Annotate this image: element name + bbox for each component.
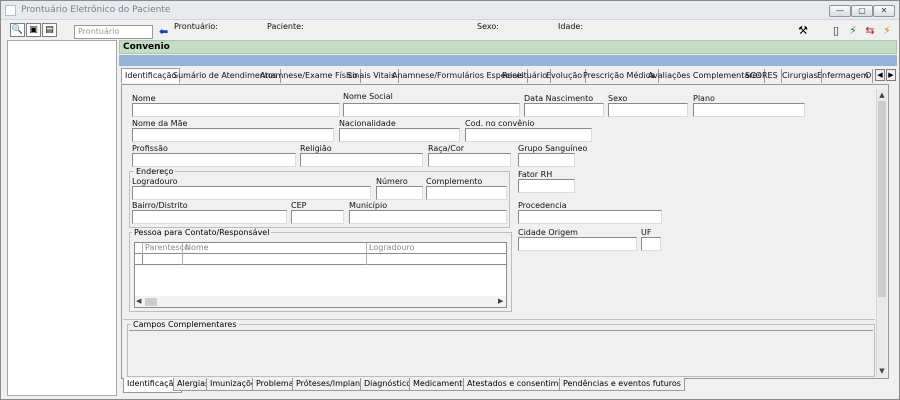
- procedencia-field[interactable]: [518, 210, 662, 224]
- tab-scroll-left-icon[interactable]: ◀: [875, 69, 885, 81]
- nome-mae-field[interactable]: [132, 128, 334, 142]
- fator-rh-field[interactable]: [518, 179, 575, 193]
- grid-scroll-thumb[interactable]: [145, 298, 157, 306]
- numero-field[interactable]: [376, 186, 423, 200]
- bairro-label: Bairro/Distrito: [132, 201, 188, 210]
- data-nascimento-field[interactable]: [524, 103, 604, 117]
- logradouro-field[interactable]: [132, 186, 371, 200]
- tab-scroll-right-icon[interactable]: ▶: [886, 69, 896, 81]
- grid-divider: [366, 254, 367, 265]
- logradouro-label: Logradouro: [132, 177, 178, 186]
- endereco-title: Endereço: [134, 167, 176, 176]
- document-icon[interactable]: ▯: [829, 24, 843, 38]
- grid-divider: [182, 254, 183, 265]
- campos-complementares-area[interactable]: [129, 330, 873, 374]
- nome-label: Nome: [132, 94, 156, 103]
- nacionalidade-field[interactable]: [339, 128, 460, 142]
- religiao-field[interactable]: [300, 153, 423, 167]
- complemento-field[interactable]: [426, 186, 507, 200]
- left-panel[interactable]: [7, 40, 117, 396]
- window-title: Prontuário Eletrônico do Paciente: [21, 5, 171, 15]
- cod-convenio-label: Cod. no convênio: [465, 119, 535, 128]
- go-arrow-icon[interactable]: ⬅: [159, 25, 168, 38]
- idade-label: Idade:: [558, 22, 584, 31]
- paciente-label: Paciente:: [267, 22, 304, 31]
- nacionalidade-label: Nacionalidade: [339, 119, 396, 128]
- tab-scores[interactable]: SCORES: [742, 69, 782, 83]
- grid-scroll-right-icon[interactable]: ▶: [498, 297, 503, 305]
- search-patient-icon[interactable]: 🔍: [10, 23, 25, 37]
- procedencia-label: Procedencia: [518, 201, 567, 210]
- cod-convenio-field[interactable]: [465, 128, 592, 142]
- grid-divider: [142, 254, 143, 265]
- patient-card-icon[interactable]: ▣: [26, 23, 41, 37]
- scroll-up-icon[interactable]: ▲: [877, 90, 887, 100]
- cep-label: CEP: [291, 201, 307, 210]
- sexo-label: Sexo:: [477, 22, 499, 31]
- close-button[interactable]: ✕: [873, 5, 895, 17]
- uf-field[interactable]: [641, 237, 661, 251]
- grid-indicator-column: [135, 243, 142, 254]
- maximize-button[interactable]: ▢: [851, 5, 873, 17]
- raca-cor-field[interactable]: [428, 153, 511, 167]
- title-bar: Prontuário Eletrônico do Paciente — ▢ ✕: [1, 1, 899, 20]
- convenio-bar: Convenio: [119, 40, 897, 54]
- municipio-field[interactable]: [349, 210, 507, 224]
- nome-mae-label: Nome da Mãe: [132, 119, 188, 128]
- fator-rh-label: Fator RH: [518, 170, 553, 179]
- grid-scroll-left-icon[interactable]: ◀: [136, 297, 141, 305]
- btab-pendencias[interactable]: Pendências e eventos futuros: [559, 378, 685, 391]
- nome-social-field[interactable]: [343, 103, 520, 117]
- profissao-field[interactable]: [132, 153, 296, 167]
- nome-social-label: Nome Social: [343, 92, 393, 101]
- app-icon: [5, 5, 16, 16]
- religiao-label: Religião: [300, 144, 332, 153]
- grid-horizontal-scrollbar[interactable]: ◀ ▶: [135, 296, 506, 307]
- lightning-yellow-icon[interactable]: ⚡: [880, 24, 894, 38]
- grupo-sanguineo-field[interactable]: [518, 153, 575, 167]
- grid-col-nome[interactable]: Nome: [182, 243, 366, 254]
- scroll-thumb[interactable]: [878, 101, 886, 297]
- grid-header: Parentesco Nome Logradouro: [135, 243, 506, 254]
- prontuario-label: Prontuário:: [174, 22, 218, 31]
- sexo-form-label: Sexo: [608, 94, 628, 103]
- plano-label: Plano: [693, 94, 715, 103]
- uf-label: UF: [641, 228, 652, 237]
- contato-title: Pessoa para Contato/Responsável: [132, 228, 272, 237]
- grupo-sanguineo-label: Grupo Sanguíneo: [518, 144, 588, 153]
- sexo-field[interactable]: [608, 103, 688, 117]
- campos-complementares-title: Campos Complementares: [131, 320, 239, 329]
- patient-list-icon[interactable]: ▤: [42, 23, 57, 37]
- bairro-field[interactable]: [132, 210, 287, 224]
- numero-label: Número: [376, 177, 408, 186]
- minimize-button[interactable]: —: [829, 5, 851, 17]
- grid-col-parentesco[interactable]: Parentesco: [142, 243, 189, 254]
- complemento-label: Complemento: [426, 177, 483, 186]
- data-nascimento-label: Data Nascimento: [524, 94, 594, 103]
- nome-field[interactable]: [132, 103, 340, 117]
- cidade-origem-field[interactable]: [518, 237, 637, 251]
- profissao-label: Profissão: [132, 144, 168, 153]
- raca-cor-label: Raça/Cor: [428, 144, 465, 153]
- municipio-label: Município: [349, 201, 388, 210]
- table-row[interactable]: [135, 254, 506, 265]
- scroll-down-icon[interactable]: ▼: [877, 366, 887, 376]
- transfer-icon[interactable]: ⇆: [863, 24, 877, 38]
- top-tabs: Identificação Sumário de Atendimentos An…: [121, 68, 879, 83]
- tab-overflow[interactable]: O: [862, 69, 874, 83]
- plano-field[interactable]: [693, 103, 805, 117]
- lightning-green-icon[interactable]: ⚡: [846, 24, 860, 38]
- cep-field[interactable]: [291, 210, 344, 224]
- contato-grid[interactable]: Parentesco Nome Logradouro ◀ ▶: [134, 242, 507, 308]
- tools-icon[interactable]: ⚒: [796, 24, 810, 38]
- grid-col-logradouro[interactable]: Logradouro: [366, 243, 506, 254]
- prontuario-input[interactable]: Prontuário: [74, 25, 153, 39]
- main-window: Prontuário Eletrônico do Paciente — ▢ ✕ …: [0, 0, 900, 400]
- cidade-origem-label: Cidade Origem: [518, 228, 578, 237]
- blue-strip: [119, 55, 897, 66]
